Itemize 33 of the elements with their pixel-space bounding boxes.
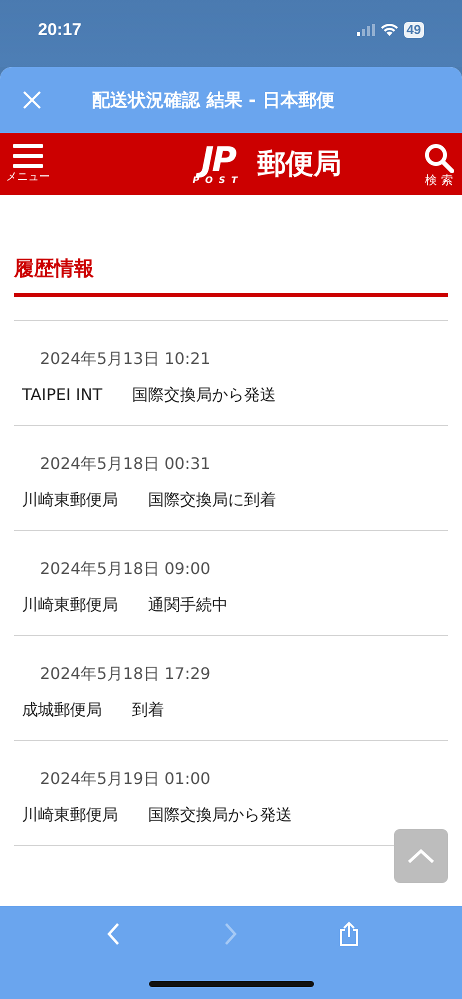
battery-icon: 49 — [404, 22, 424, 38]
history-status: 国際交換局に到着 — [148, 489, 276, 511]
share-icon — [339, 921, 359, 947]
history-status: 通関手続中 — [148, 594, 228, 616]
section-heading: 履歴情報 — [14, 255, 95, 282]
history-datetime: 2024年5月18日 00:31 — [39, 453, 212, 475]
scroll-top-button[interactable] — [394, 829, 448, 883]
search-button[interactable]: 検 索 — [424, 143, 454, 187]
search-icon — [424, 143, 454, 173]
menu-icon — [13, 144, 43, 168]
jp-post-logo: JP POST — [192, 142, 244, 186]
history-status: 国際交換局から発送 — [148, 804, 292, 826]
chevron-right-icon — [224, 922, 238, 946]
history-datetime: 2024年5月13日 10:21 — [39, 348, 212, 370]
history-office: 川崎東郵便局 — [22, 804, 118, 826]
chevron-up-icon — [407, 848, 435, 864]
logo-text: 郵便局 — [257, 146, 342, 182]
chevron-left-icon — [106, 922, 120, 946]
wifi-icon — [380, 24, 398, 36]
history-datetime: 2024年5月19日 01:00 — [39, 768, 212, 790]
history-office: 成城郵便局 — [22, 699, 102, 721]
history-datetime: 2024年5月18日 09:00 — [39, 558, 212, 580]
history-office: 川崎東郵便局 — [22, 594, 118, 616]
page-title: 配送状況確認 結果 - 日本郵便 — [92, 88, 334, 112]
history-status: 国際交換局から発送 — [132, 384, 276, 406]
history-status: 到着 — [132, 699, 164, 721]
history-office: TAIPEI INT — [22, 384, 102, 406]
history-office: 川崎東郵便局 — [22, 489, 118, 511]
close-icon — [22, 90, 42, 110]
status-time: 20:17 — [38, 18, 82, 41]
signal-icon — [356, 24, 375, 36]
menu-button[interactable]: メニュー — [6, 144, 50, 184]
history-datetime: 2024年5月18日 17:29 — [39, 663, 212, 685]
